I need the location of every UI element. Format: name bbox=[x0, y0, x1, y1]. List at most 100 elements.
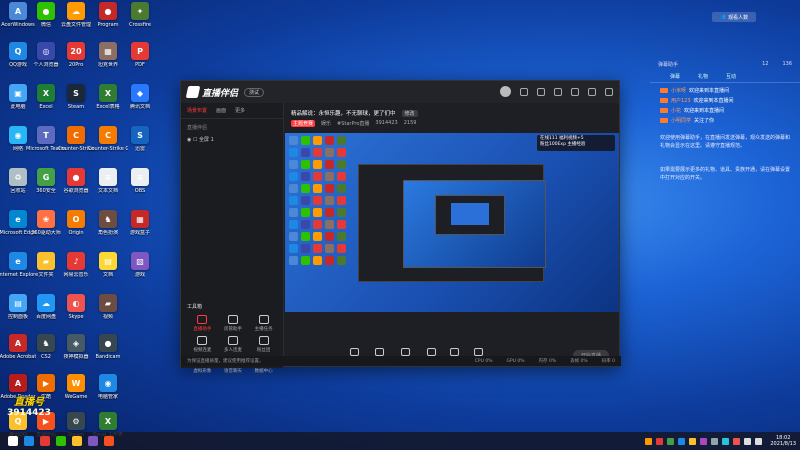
tool-icon bbox=[258, 336, 269, 345]
live-app-icon[interactable] bbox=[104, 436, 114, 446]
desktop-icon[interactable]: ● Bandicam bbox=[88, 334, 128, 360]
toolbox-item[interactable]: 视频连麦 bbox=[187, 336, 218, 353]
tab-picture[interactable]: 画面 bbox=[216, 107, 226, 114]
danmu-tabs: 弹幕 礼物 互动 bbox=[650, 71, 800, 83]
maximize-icon[interactable] bbox=[588, 87, 596, 96]
bottom-tool-icon bbox=[426, 347, 436, 356]
preview-icon bbox=[301, 256, 310, 265]
preview-icon bbox=[301, 172, 310, 181]
status-message: 为保证直播质量，建议使用推荐设置。 bbox=[187, 359, 264, 364]
tray-icon-3[interactable] bbox=[667, 437, 675, 445]
tab-more[interactable]: 更多 bbox=[235, 107, 245, 114]
toolbox-item[interactable]: 房管助手 bbox=[218, 315, 249, 332]
desktop-app-icon: ≡ bbox=[99, 168, 117, 186]
center-area: 精品解说：永恒乐趣，不无聊球，更了们中 修改 主题竞赛 娱乐 #StarPro直… bbox=[285, 103, 619, 368]
version-badge[interactable]: 测试 bbox=[244, 87, 265, 97]
stream-title[interactable]: 精品解说：永恒乐趣，不无聊球，更了们中 bbox=[291, 109, 396, 117]
tray-icon-5[interactable] bbox=[689, 437, 697, 445]
stream-preview[interactable]: 在线111 福利视频+5 粉丝100Exp 主播经验 bbox=[285, 133, 619, 312]
volume-icon[interactable] bbox=[755, 437, 763, 445]
tray-icon-6[interactable] bbox=[700, 437, 708, 445]
desktop-app-icon: ♪ bbox=[67, 252, 85, 270]
viewer-count-button[interactable]: 👥 观看人数 bbox=[712, 12, 756, 22]
status-bar: 为保证直播质量，建议使用推荐设置。 CPU 0% GPU 0% 内存 0% 丢帧… bbox=[181, 356, 621, 366]
network-icon[interactable] bbox=[744, 437, 752, 445]
desktop-app-icon: ▤ bbox=[9, 294, 27, 312]
desktop-app-icon: ▰ bbox=[99, 294, 117, 312]
wechat-icon[interactable] bbox=[56, 436, 66, 446]
desktop-icon[interactable]: ✦ Crossfire bbox=[120, 2, 160, 28]
tray-icon-9[interactable] bbox=[733, 437, 741, 445]
desktop-icon-label: Skype bbox=[68, 314, 84, 320]
status-mem: 内存 0% bbox=[538, 359, 557, 364]
windows-start-icon[interactable] bbox=[8, 436, 18, 446]
tab-interact[interactable]: 互动 bbox=[726, 73, 736, 80]
desktop-icon[interactable]: ◉ 电脑管家 bbox=[88, 374, 128, 400]
desktop-app-icon: A bbox=[9, 2, 27, 20]
toolbox-item[interactable]: 粉丝团 bbox=[248, 336, 279, 353]
folder-icon[interactable] bbox=[72, 436, 82, 446]
app-logo: 直播伴侣 bbox=[185, 86, 238, 99]
desktop-icon[interactable]: ▧ 游戏 bbox=[120, 252, 160, 278]
edit-title-button[interactable]: 修改 bbox=[401, 109, 418, 117]
desktop-app-icon: A bbox=[9, 334, 27, 352]
tab-gifts[interactable]: 礼物 bbox=[698, 73, 708, 80]
preview-icon bbox=[337, 196, 346, 205]
category-label[interactable]: 娱乐 bbox=[321, 120, 331, 127]
system-tray bbox=[645, 437, 763, 445]
tray-icon-8[interactable] bbox=[722, 437, 730, 445]
desktop-app-icon: C bbox=[67, 126, 85, 144]
tray-icon-7[interactable] bbox=[711, 437, 719, 445]
tray-icon-1[interactable] bbox=[645, 437, 653, 445]
preview-icon bbox=[313, 208, 322, 217]
scene-label: 直播伴侣 bbox=[187, 125, 208, 131]
task-view-icon[interactable] bbox=[24, 436, 34, 446]
preview-icon bbox=[325, 196, 334, 205]
stat-viewers: 12 bbox=[762, 61, 769, 67]
close-icon[interactable] bbox=[605, 87, 613, 96]
desktop-icon[interactable]: ≡ OBS bbox=[120, 168, 160, 194]
live-streaming-app-window[interactable]: 直播伴侣 测试 场景布置 画面 更多 直播伴侣 ◉ ☐ 全屏 1 工具箱 直播助… bbox=[180, 80, 621, 374]
preview-icon bbox=[325, 148, 334, 157]
chat-username[interactable]: 小花 bbox=[671, 107, 681, 114]
toolbox-item[interactable]: 多人连麦 bbox=[218, 336, 249, 353]
message-icon[interactable] bbox=[554, 87, 562, 96]
avatar[interactable] bbox=[500, 86, 511, 97]
chat-username[interactable]: 小米呀 bbox=[671, 87, 686, 94]
desktop-app-icon: Q bbox=[9, 42, 27, 60]
settings-icon[interactable] bbox=[537, 87, 545, 96]
tray-icon-4[interactable] bbox=[678, 437, 686, 445]
theme-icon[interactable] bbox=[520, 87, 528, 96]
desktop-icon-label: 文件夹 bbox=[38, 272, 54, 278]
nested-window-4 bbox=[451, 203, 489, 225]
tab-danmu[interactable]: 弹幕 bbox=[670, 73, 680, 80]
desktop-icon-label: Crossfire bbox=[129, 22, 151, 28]
desktop-icon[interactable]: ▰ 视频 bbox=[88, 294, 128, 320]
danmu-header: 弹幕助手 12 136 bbox=[650, 58, 800, 71]
tray-icon-2[interactable] bbox=[656, 437, 664, 445]
scene-item[interactable]: ◉ ☐ 全屏 1 bbox=[181, 136, 283, 143]
desktop-icon-label: 文档 bbox=[102, 272, 113, 278]
tab-scene[interactable]: 场景布置 bbox=[187, 107, 207, 114]
desktop-app-icon: P bbox=[131, 42, 149, 60]
desktop-icon-label: 夜神模拟器 bbox=[63, 354, 89, 360]
toolbox-item[interactable]: 直播助手 bbox=[187, 315, 218, 332]
desktop-icon[interactable]: P PDF bbox=[120, 42, 160, 68]
desktop-app-icon: T bbox=[37, 126, 55, 144]
minimize-icon[interactable] bbox=[571, 87, 579, 96]
scene-item-label: 全屏 1 bbox=[199, 137, 214, 143]
app-icon[interactable] bbox=[88, 436, 98, 446]
desktop-icon[interactable]: ◆ 腾讯文档 bbox=[120, 84, 160, 110]
chrome-icon[interactable] bbox=[40, 436, 50, 446]
chat-username[interactable]: 小明同学 bbox=[671, 117, 691, 124]
toolbox-item[interactable]: 主播任务 bbox=[248, 315, 279, 332]
preview-icon bbox=[301, 184, 310, 193]
desktop-app-icon: ▣ bbox=[9, 84, 27, 102]
preview-icon bbox=[289, 172, 298, 181]
desktop-icon-label: 此电脑 bbox=[10, 104, 26, 110]
desktop-icon[interactable]: ▦ 游戏盒子 bbox=[120, 210, 160, 236]
clock[interactable]: 18:02 2021/8/13 bbox=[770, 435, 796, 447]
chat-username[interactable]: 用户123 bbox=[671, 97, 691, 104]
desktop-icon[interactable]: S 迅雷 bbox=[120, 126, 160, 152]
bottom-tool-icon bbox=[473, 347, 483, 356]
